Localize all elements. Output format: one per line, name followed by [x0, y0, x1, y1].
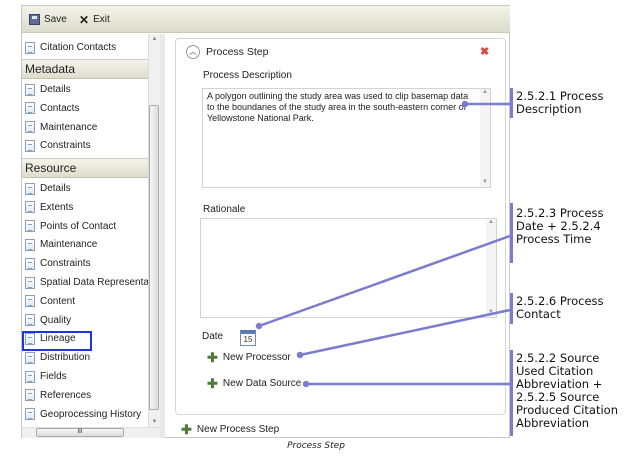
callout-line: [258, 234, 511, 328]
callout-bar: [510, 293, 513, 324]
callout-process-contact: 2.5.2.6 Process Contact: [516, 294, 604, 321]
callout-process-date-time: 2.5.2.3 Process Date + 2.5.2.4 Process T…: [516, 206, 604, 246]
callout-bar: [510, 350, 513, 436]
callout-source-citation: 2.5.2.2 Source Used Citation Abbreviatio…: [516, 351, 618, 430]
figure-caption: Process Step: [287, 441, 345, 451]
callout-line: [299, 308, 511, 357]
callout-bar: [510, 88, 513, 118]
callout-process-description: 2.5.2.1 Process Description: [516, 89, 604, 116]
callout-bar: [510, 203, 513, 263]
